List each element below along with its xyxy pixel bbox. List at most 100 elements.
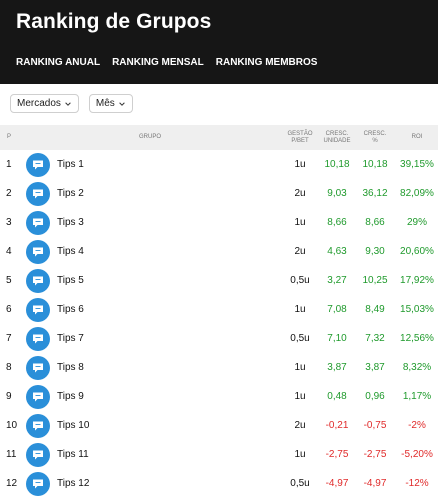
chevron-down-icon (119, 101, 125, 106)
growth-units: 4,63 (327, 246, 347, 257)
roi-value: 17,92% (400, 275, 434, 286)
row-position: 6 (6, 304, 12, 315)
group-avatar[interactable] (25, 353, 51, 382)
row-position: 7 (6, 333, 12, 344)
group-name[interactable]: Tips 6 (57, 295, 207, 324)
group-name[interactable]: Tips 7 (57, 324, 207, 353)
stake-per-bet: 1u (294, 362, 306, 373)
column-header-pos[interactable]: P (0, 125, 18, 150)
chat-bubble-glyph (33, 421, 43, 430)
chat-bubble-glyph (33, 363, 43, 372)
growth-percent: 10,25 (362, 275, 388, 286)
chat-bubble-glyph (33, 392, 43, 401)
group-name[interactable]: Tips 8 (57, 353, 207, 382)
roi-value: 82,09% (400, 188, 434, 199)
chat-bubble-glyph (33, 450, 43, 459)
group-avatar[interactable] (25, 324, 51, 353)
column-header-stake-line1: GESTÃO (287, 130, 313, 137)
growth-units: -4,97 (325, 478, 349, 489)
table-row[interactable]: 2 Tips 2 2u 9,03 36,12 82,09% (0, 179, 438, 208)
chat-bubble-glyph (33, 247, 43, 256)
group-name[interactable]: Tips 2 (57, 179, 207, 208)
table-row[interactable]: 4 Tips 4 2u 4,63 9,30 20,60% (0, 237, 438, 266)
chat-bubble-icon (26, 442, 50, 467)
table-row[interactable]: 6 Tips 6 1u 7,08 8,49 15,03% (0, 295, 438, 324)
group-name[interactable]: Tips 9 (57, 382, 207, 411)
filters-bar: Mercados Mês (10, 94, 133, 113)
chat-bubble-glyph (33, 334, 43, 343)
group-avatar[interactable] (25, 179, 51, 208)
growth-units: 8,66 (327, 217, 347, 228)
group-name[interactable]: Tips 12 (57, 469, 207, 498)
growth-units: -2,75 (325, 449, 349, 460)
table-row[interactable]: 12 Tips 12 0,5u -4,97 -4,97 -12% (0, 469, 438, 498)
table-row[interactable]: 10 Tips 10 2u -0,21 -0,75 -2% (0, 411, 438, 440)
chevron-down-icon (65, 101, 71, 106)
markets-dropdown[interactable]: Mercados (10, 94, 79, 113)
group-avatar[interactable] (25, 266, 51, 295)
group-name[interactable]: Tips 10 (57, 411, 207, 440)
table-row[interactable]: 1 Tips 1 1u 10,18 10,18 39,15% (0, 150, 438, 179)
group-avatar[interactable] (25, 440, 51, 469)
chat-bubble-glyph (33, 305, 43, 314)
column-header-roi[interactable]: ROI (396, 125, 438, 150)
growth-percent: 0,96 (365, 391, 385, 402)
chat-bubble-icon (26, 413, 50, 438)
row-position: 5 (6, 275, 12, 286)
stake-per-bet: 2u (294, 420, 306, 431)
table-row[interactable]: 7 Tips 7 0,5u 7,10 7,32 12,56% (0, 324, 438, 353)
chat-bubble-glyph (33, 160, 43, 169)
chat-bubble-glyph (33, 479, 43, 488)
roi-value: 20,60% (400, 246, 434, 257)
row-position: 10 (6, 420, 18, 431)
group-name[interactable]: Tips 5 (57, 266, 207, 295)
group-avatar[interactable] (25, 295, 51, 324)
growth-units: 3,27 (327, 275, 347, 286)
column-header-group[interactable]: GRUPO (100, 125, 200, 150)
growth-percent: 8,66 (365, 217, 385, 228)
column-header-units[interactable]: CRESC. UNIDADE (320, 125, 354, 150)
row-position: 12 (6, 478, 18, 489)
nav-ranking-membros[interactable]: RANKING MEMBROS (216, 57, 318, 68)
group-name[interactable]: Tips 11 (57, 440, 207, 469)
chat-bubble-icon (26, 210, 50, 235)
growth-percent: 10,18 (362, 159, 388, 170)
chat-bubble-icon (26, 268, 50, 293)
stake-per-bet: 1u (294, 449, 306, 460)
table-row[interactable]: 9 Tips 9 1u 0,48 0,96 1,17% (0, 382, 438, 411)
column-header-stake[interactable]: GESTÃO P/BET (282, 125, 318, 150)
growth-units: 10,18 (324, 159, 350, 170)
stake-per-bet: 2u (294, 246, 306, 257)
column-header-pct[interactable]: CRESC. % (358, 125, 392, 150)
roi-value: 12,56% (400, 333, 434, 344)
growth-units: 7,10 (327, 333, 347, 344)
chat-bubble-icon (26, 152, 50, 177)
growth-units: 0,48 (327, 391, 347, 402)
table-row[interactable]: 5 Tips 5 0,5u 3,27 10,25 17,92% (0, 266, 438, 295)
stake-per-bet: 1u (294, 217, 306, 228)
chat-bubble-icon (26, 297, 50, 322)
period-dropdown[interactable]: Mês (88, 94, 133, 113)
stake-per-bet: 1u (294, 391, 306, 402)
group-avatar[interactable] (25, 208, 51, 237)
table-row[interactable]: 3 Tips 3 1u 8,66 8,66 29% (0, 208, 438, 237)
group-name[interactable]: Tips 3 (57, 208, 207, 237)
group-avatar[interactable] (25, 150, 51, 179)
group-name[interactable]: Tips 1 (57, 150, 207, 179)
period-dropdown-label: Mês (95, 98, 115, 109)
stake-per-bet: 0,5u (290, 275, 310, 286)
group-name[interactable]: Tips 4 (57, 237, 207, 266)
group-avatar[interactable] (25, 382, 51, 411)
group-avatar[interactable] (25, 411, 51, 440)
group-avatar[interactable] (25, 469, 51, 498)
growth-percent: 8,49 (365, 304, 385, 315)
table-row[interactable]: 11 Tips 11 1u -2,75 -2,75 -5,20% (0, 440, 438, 469)
group-avatar[interactable] (25, 237, 51, 266)
row-position: 4 (6, 246, 12, 257)
growth-units: 3,87 (327, 362, 347, 373)
column-header-pct-line1: CRESC. (363, 130, 387, 137)
nav-ranking-mensal[interactable]: RANKING MENSAL (112, 57, 204, 68)
table-row[interactable]: 8 Tips 8 1u 3,87 3,87 8,32% (0, 353, 438, 382)
nav-ranking-anual[interactable]: RANKING ANUAL (16, 57, 100, 68)
chat-bubble-glyph (33, 189, 43, 198)
